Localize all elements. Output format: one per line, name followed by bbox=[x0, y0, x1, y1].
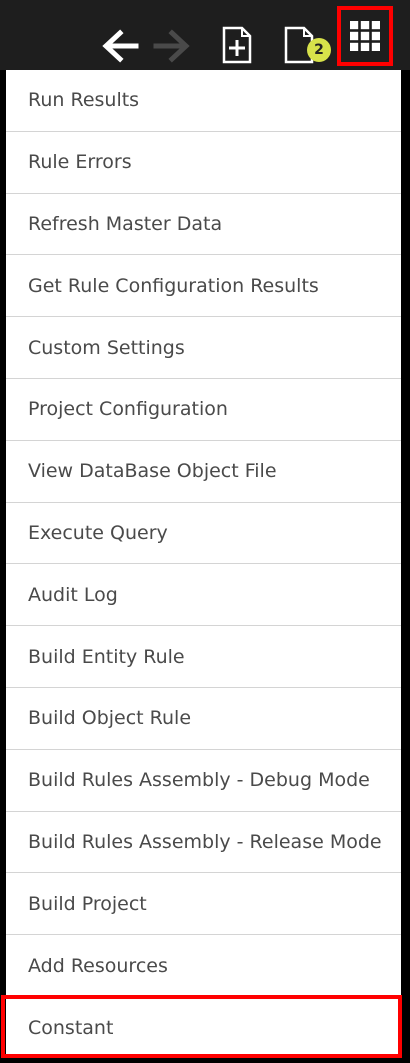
app-frame: 2 Run Results Rule Errors Refresh Master… bbox=[0, 0, 410, 1063]
menu-item-custom-settings[interactable]: Custom Settings bbox=[6, 317, 401, 379]
menu-item-refresh-master-data[interactable]: Refresh Master Data bbox=[6, 194, 401, 256]
new-document-icon[interactable] bbox=[222, 26, 252, 64]
menu-item-label: Project Configuration bbox=[28, 398, 228, 421]
menu-item-label: View DataBase Object File bbox=[28, 460, 277, 483]
menu-item-label: Get Rule Configuration Results bbox=[28, 274, 319, 297]
menu-item-label: Rule Errors bbox=[28, 151, 132, 174]
menu-item-label: Add Resources bbox=[28, 954, 168, 977]
menu-item-get-rule-configuration-results[interactable]: Get Rule Configuration Results bbox=[6, 255, 401, 318]
grid-menu-icon bbox=[350, 21, 380, 51]
back-arrow-icon[interactable] bbox=[100, 28, 140, 64]
menu-item-build-project[interactable]: Build Project bbox=[6, 873, 401, 936]
menu-item-label: Build Rules Assembly - Release Mode bbox=[28, 830, 382, 853]
menu-item-build-object-rule[interactable]: Build Object Rule bbox=[6, 688, 401, 750]
menu-item-label: Refresh Master Data bbox=[28, 212, 223, 235]
menu-item-label: Audit Log bbox=[28, 583, 118, 606]
menu-item-constant[interactable]: Constant bbox=[6, 997, 401, 1059]
toolbar: 2 bbox=[0, 0, 410, 70]
menu-item-label: Build Project bbox=[28, 892, 147, 915]
menu-item-label: Constant bbox=[28, 1016, 114, 1039]
menu-item-build-entity-rule[interactable]: Build Entity Rule bbox=[6, 626, 401, 688]
menu-item-build-rules-assembly-debug[interactable]: Build Rules Assembly - Debug Mode bbox=[6, 750, 401, 812]
menu-item-view-database-object-file[interactable]: View DataBase Object File bbox=[6, 441, 401, 503]
menu-item-rule-errors[interactable]: Rule Errors bbox=[6, 132, 401, 194]
menu-item-project-configuration[interactable]: Project Configuration bbox=[6, 379, 401, 441]
menu-item-execute-query[interactable]: Execute Query bbox=[6, 503, 401, 565]
menu-item-label: Build Object Rule bbox=[28, 707, 192, 730]
menu-item-label: Run Results bbox=[28, 89, 140, 112]
menu-item-label: Custom Settings bbox=[28, 336, 185, 359]
grid-menu-button[interactable] bbox=[337, 6, 393, 66]
menu-item-build-rules-assembly-release[interactable]: Build Rules Assembly - Release Mode bbox=[6, 812, 401, 874]
menu-item-label: Build Rules Assembly - Debug Mode bbox=[28, 769, 370, 792]
menu-item-add-resources[interactable]: Add Resources bbox=[6, 935, 401, 997]
menu-item-audit-log[interactable]: Audit Log bbox=[6, 564, 401, 627]
forward-arrow-icon[interactable] bbox=[152, 28, 192, 64]
notification-badge: 2 bbox=[307, 38, 331, 62]
menu-item-label: Build Entity Rule bbox=[28, 645, 185, 668]
menu-item-label: Execute Query bbox=[28, 521, 168, 544]
dropdown-menu: Run Results Rule Errors Refresh Master D… bbox=[6, 70, 401, 1057]
menu-item-run-results[interactable]: Run Results bbox=[6, 70, 401, 132]
